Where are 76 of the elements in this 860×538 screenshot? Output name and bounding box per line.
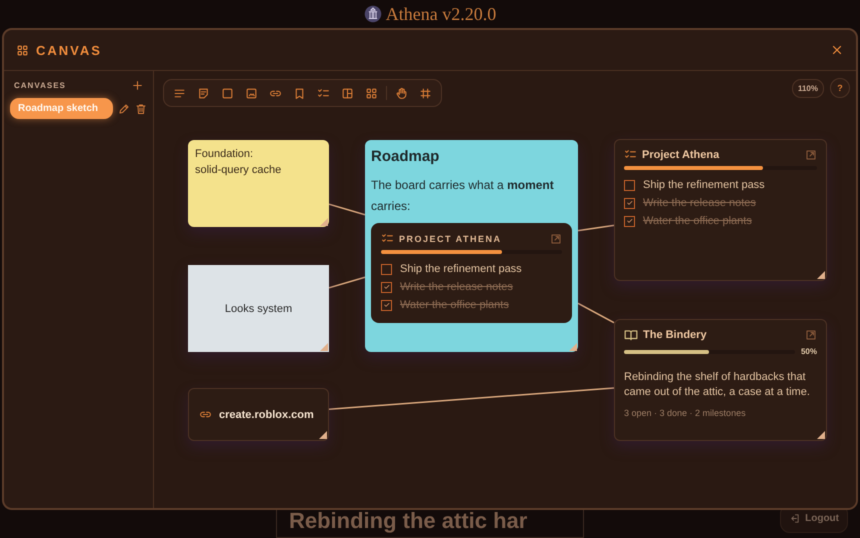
note-text: Foundation: solid-query cache bbox=[195, 147, 282, 178]
zoom-level: 110% bbox=[792, 79, 824, 98]
close-button[interactable] bbox=[830, 43, 844, 57]
window-title: CANVAS bbox=[36, 42, 103, 58]
checklist-item: Water the office plants bbox=[400, 299, 509, 311]
help-button[interactable]: ? bbox=[830, 78, 850, 98]
image-icon bbox=[245, 86, 258, 100]
link-card[interactable]: create.roblox.com bbox=[188, 388, 329, 441]
bookmark-icon bbox=[293, 86, 306, 100]
resize-handle[interactable] bbox=[320, 343, 328, 351]
card-text: The board carries what a moment carries: bbox=[371, 177, 555, 215]
checkbox[interactable] bbox=[381, 300, 392, 310]
hand-icon bbox=[395, 86, 408, 100]
checkbox[interactable] bbox=[624, 216, 635, 226]
check-icon bbox=[626, 217, 634, 225]
text-card[interactable]: Roadmap The board carries what a moment carries: PROJECT ATHENA Ship the refinement pass Write the release notes Water the office plants bbox=[365, 140, 578, 352]
checkbox[interactable] bbox=[381, 264, 392, 274]
checklist-card[interactable]: Project Athena Ship the refinement pass Write the release notes Water the office plants bbox=[614, 139, 827, 281]
trash-icon bbox=[135, 102, 147, 114]
external-link-icon bbox=[805, 329, 817, 341]
card-title: Project Athena bbox=[642, 148, 720, 160]
resize-handle[interactable] bbox=[817, 431, 825, 439]
project-description: Rebinding the shelf of hardbacks that came out of the attic, a case at a time. bbox=[624, 370, 811, 400]
hash-grid-icon bbox=[419, 86, 432, 100]
checkbox[interactable] bbox=[381, 282, 392, 292]
book-icon bbox=[624, 328, 638, 342]
connector-line bbox=[578, 302, 614, 324]
close-icon bbox=[830, 43, 844, 57]
shape-label: Looks system bbox=[224, 302, 292, 314]
checkbox[interactable] bbox=[624, 180, 635, 190]
page-heading: Rebinding the attic har bbox=[289, 508, 528, 534]
checklist-icon bbox=[624, 148, 637, 161]
text-icon bbox=[173, 86, 186, 100]
grid-icon bbox=[16, 44, 29, 56]
connector-line bbox=[328, 203, 366, 216]
check-icon bbox=[382, 301, 390, 309]
edit-button[interactable] bbox=[118, 102, 130, 114]
check-icon bbox=[382, 283, 390, 291]
resize-handle[interactable] bbox=[817, 271, 825, 279]
logo-icon bbox=[364, 5, 382, 23]
checkbox[interactable] bbox=[624, 198, 635, 208]
checklist-item: Write the release notes bbox=[400, 281, 513, 293]
checklist-icon bbox=[317, 86, 330, 100]
grid-icon bbox=[365, 86, 378, 100]
checklist-item: Ship the refinement pass bbox=[643, 179, 765, 191]
checklist-item: Ship the refinement pass bbox=[400, 263, 522, 275]
checklist-item: Water the office plants bbox=[643, 215, 752, 227]
card-title: Roadmap bbox=[371, 148, 440, 165]
external-link-icon bbox=[805, 148, 817, 160]
resize-handle[interactable] bbox=[319, 431, 327, 439]
pencil-icon bbox=[118, 102, 130, 114]
project-stats: 3 open · 3 done · 2 milestones bbox=[624, 408, 747, 418]
check-icon bbox=[626, 199, 634, 207]
resize-handle[interactable] bbox=[569, 343, 577, 351]
progress-percent: 50% bbox=[800, 347, 817, 356]
note-icon bbox=[197, 86, 210, 100]
link-url[interactable]: create.roblox.com bbox=[219, 408, 314, 420]
delete-button[interactable] bbox=[135, 102, 147, 114]
embed-title: PROJECT ATHENA bbox=[399, 234, 503, 244]
sticky-note[interactable]: Foundation: solid-query cache bbox=[188, 140, 329, 227]
logout-icon bbox=[789, 513, 800, 524]
card-title: The Bindery bbox=[643, 329, 708, 341]
project-card[interactable]: The Bindery 50% Rebinding the shelf of hardbacks that came out of the attic, a case at a time. 3 open · 3 done · 2 milestones bbox=[614, 319, 827, 441]
add-button[interactable] bbox=[131, 79, 144, 92]
checklist-icon bbox=[381, 232, 394, 245]
sidebar-heading: CANVASES bbox=[14, 81, 66, 90]
resize-handle[interactable] bbox=[320, 218, 328, 226]
connector-line bbox=[328, 276, 366, 289]
plus-icon bbox=[131, 79, 144, 92]
connector-line bbox=[578, 224, 614, 232]
rectangle-shape[interactable]: Looks system bbox=[188, 265, 329, 352]
checklist-item: Write the release notes bbox=[643, 197, 756, 209]
square-icon bbox=[221, 86, 234, 100]
layout-icon bbox=[341, 86, 354, 100]
app-title: Athena v2.20.0 bbox=[386, 4, 496, 24]
external-link-icon bbox=[550, 232, 562, 244]
